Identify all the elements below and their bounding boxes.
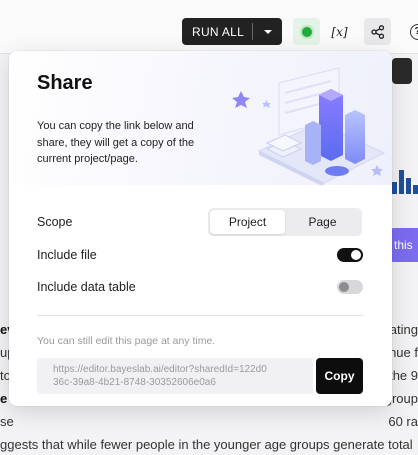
article-line: ggests that while fewer people in the yo… <box>0 437 413 452</box>
scope-toggle: Project Page <box>208 208 362 236</box>
chevron-down-icon[interactable] <box>253 29 282 35</box>
include-table-toggle[interactable] <box>337 280 363 294</box>
include-table-label: Include data table <box>37 280 136 294</box>
background-button[interactable] <box>392 58 412 84</box>
article-line: se 60 ra <box>0 414 418 429</box>
kernel-status-button[interactable] <box>293 18 320 45</box>
share-description: You can copy the link below and share, t… <box>37 120 195 165</box>
scope-label: Scope <box>37 215 73 229</box>
top-toolbar: RUN ALL [x] ? <box>0 0 418 54</box>
share-icon <box>370 24 384 39</box>
share-dialog: Share You can copy the link below and sh… <box>9 51 392 406</box>
share-title: Share <box>37 72 93 94</box>
variables-button[interactable]: [x] <box>326 18 353 45</box>
share-link-field[interactable]: https://editor.bayeslab.ai/editor?shared… <box>37 358 313 394</box>
help-button[interactable]: ? <box>404 18 418 45</box>
share-dialog-header: Share You can copy the link below and sh… <box>9 51 392 185</box>
variables-icon: [x] <box>331 24 348 39</box>
status-dot-icon <box>301 26 312 37</box>
share-illustration <box>232 67 386 185</box>
run-all-label: RUN ALL <box>192 24 245 39</box>
background-chart-thumbnail <box>392 170 418 194</box>
toggle-knob <box>339 282 349 292</box>
help-icon: ? <box>409 23 418 40</box>
share-link-line: 36c-39a8-4b21-8748-30352606e0a6 <box>53 377 216 388</box>
include-file-toggle[interactable] <box>337 248 363 262</box>
scope-option-project[interactable]: Project <box>210 210 285 234</box>
copy-button[interactable]: Copy <box>316 358 363 394</box>
share-link-line: https://editor.bayeslab.ai/editor?shared… <box>53 364 267 375</box>
toggle-knob <box>351 250 361 260</box>
section-divider <box>37 315 364 316</box>
background-action-label: this <box>394 238 413 252</box>
background-action-button[interactable]: this <box>388 228 418 262</box>
share-button[interactable] <box>364 18 391 45</box>
run-all-button[interactable]: RUN ALL <box>182 18 282 45</box>
scope-option-page[interactable]: Page <box>285 210 360 234</box>
include-file-label: Include file <box>37 248 97 262</box>
edit-note: You can still edit this page at any time… <box>37 335 216 347</box>
